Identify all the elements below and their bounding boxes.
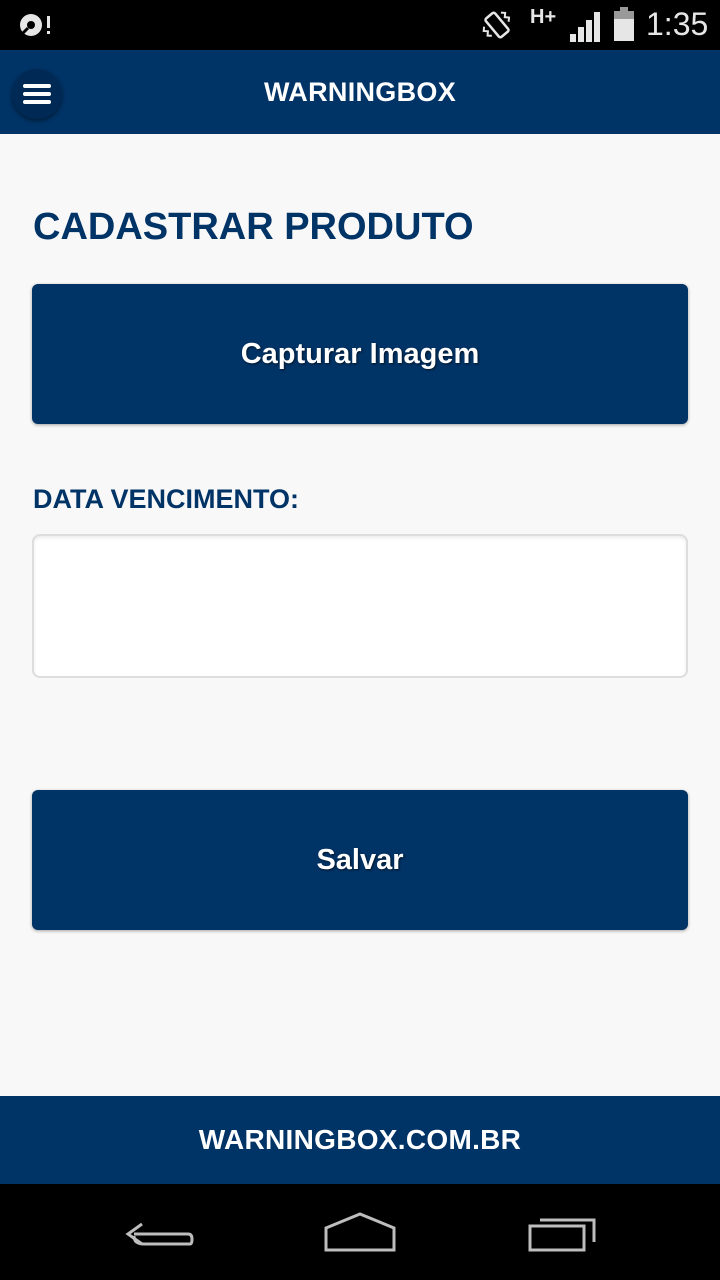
save-button[interactable]: Salvar [32,790,688,930]
expiry-date-input[interactable] [32,534,688,678]
footer-link[interactable]: WARNINGBOX.COM.BR [0,1096,720,1184]
screen: H+ 1:35 WARNINGBOX CADASTRAR PRODUTO Cap… [0,0,720,1280]
network-type-label: H+ [530,6,557,28]
capture-image-button[interactable]: Capturar Imagem [32,284,688,424]
app-title: WARNINGBOX [264,76,456,107]
vibrate-icon [482,11,511,39]
back-icon[interactable] [120,1206,200,1256]
recents-icon[interactable] [522,1206,602,1256]
signal-icon [570,12,600,42]
app-bar: WARNINGBOX [0,50,720,134]
hamburger-menu-icon [23,84,51,104]
home-icon[interactable] [320,1206,400,1256]
status-bar: H+ 1:35 [0,0,720,50]
sync-icon [20,14,50,36]
status-time: 1:35 [646,6,709,42]
navigation-bar [0,1184,720,1280]
menu-button[interactable] [12,69,62,119]
expiry-date-label: DATA VENCIMENTO: [33,484,299,514]
page-title: CADASTRAR PRODUTO [33,206,474,248]
battery-icon [614,7,634,41]
